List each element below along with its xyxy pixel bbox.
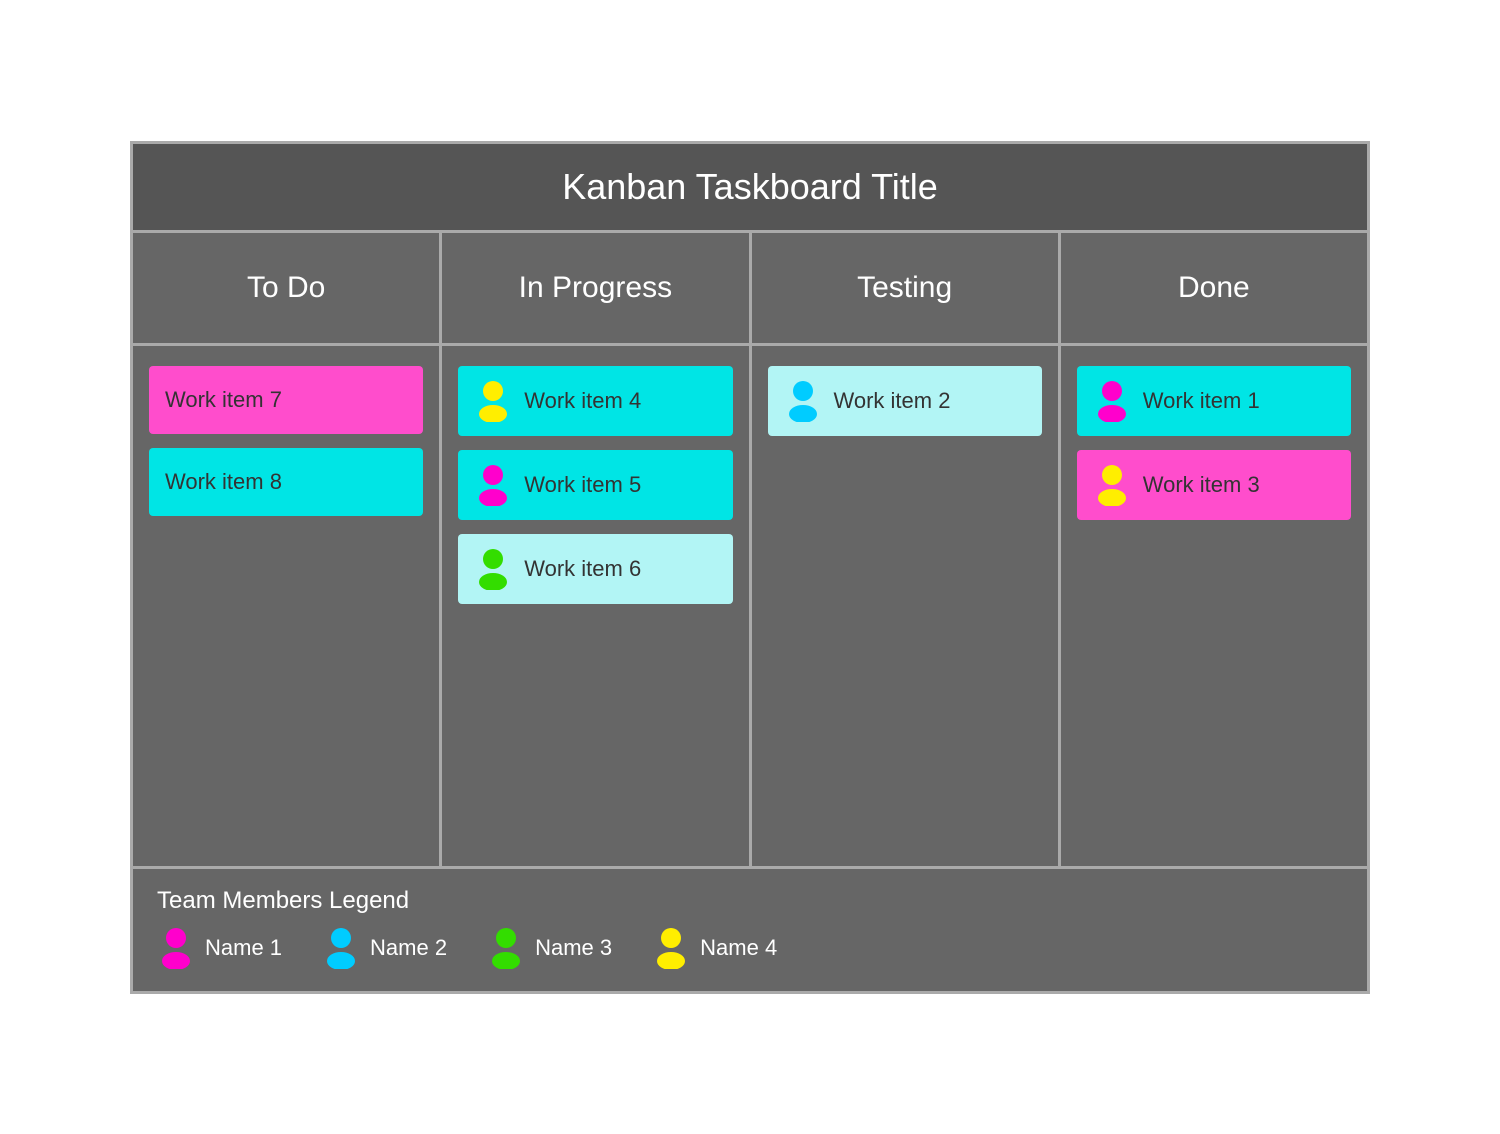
legend-icon-name1 [157, 927, 195, 969]
legend-item-name3: Name 3 [487, 927, 612, 969]
assignee-icon-name2 [784, 380, 822, 422]
work-card-4[interactable]: Work item 4 [458, 366, 732, 436]
col-header-testing: Testing [752, 233, 1061, 343]
columns-body: Work item 7 Work item 8 Work item 4 [133, 346, 1367, 869]
legend-icon-name4 [652, 927, 690, 969]
col-header-inprogress: In Progress [442, 233, 751, 343]
work-card-1[interactable]: Work item 1 [1077, 366, 1351, 436]
col-body-testing: Work item 2 [752, 346, 1061, 866]
legend-item-name2: Name 2 [322, 927, 447, 969]
work-card-7[interactable]: Work item 7 [149, 366, 423, 434]
legend-item-name4: Name 4 [652, 927, 777, 969]
legend-area: Team Members Legend Name 1 [133, 869, 1367, 991]
legend-icon-name3 [487, 927, 525, 969]
work-card-3[interactable]: Work item 3 [1077, 450, 1351, 520]
board-title-text: Kanban Taskboard Title [562, 166, 938, 207]
col-body-todo: Work item 7 Work item 8 [133, 346, 442, 866]
work-card-6[interactable]: Work item 6 [458, 534, 732, 604]
columns-header: To Do In Progress Testing Done [133, 233, 1367, 346]
legend-icon-name2 [322, 927, 360, 969]
col-body-inprogress: Work item 4 Work item 5 [442, 346, 751, 866]
col-body-done: Work item 1 Work item 3 [1061, 346, 1367, 866]
assignee-icon-name1b [1093, 380, 1131, 422]
legend-items: Name 1 Name 2 Name 3 [157, 927, 1343, 969]
assignee-icon-name1 [474, 464, 512, 506]
work-card-2[interactable]: Work item 2 [768, 366, 1042, 436]
col-header-todo: To Do [133, 233, 442, 343]
assignee-icon-name3 [474, 548, 512, 590]
board-title: Kanban Taskboard Title [133, 144, 1367, 233]
kanban-board: Kanban Taskboard Title To Do In Progress… [130, 141, 1370, 994]
assignee-icon-name4b [1093, 464, 1131, 506]
work-card-5[interactable]: Work item 5 [458, 450, 732, 520]
assignee-icon-name4 [474, 380, 512, 422]
legend-title: Team Members Legend [157, 887, 1343, 915]
col-header-done: Done [1061, 233, 1367, 343]
legend-item-name1: Name 1 [157, 927, 282, 969]
work-card-8[interactable]: Work item 8 [149, 448, 423, 516]
